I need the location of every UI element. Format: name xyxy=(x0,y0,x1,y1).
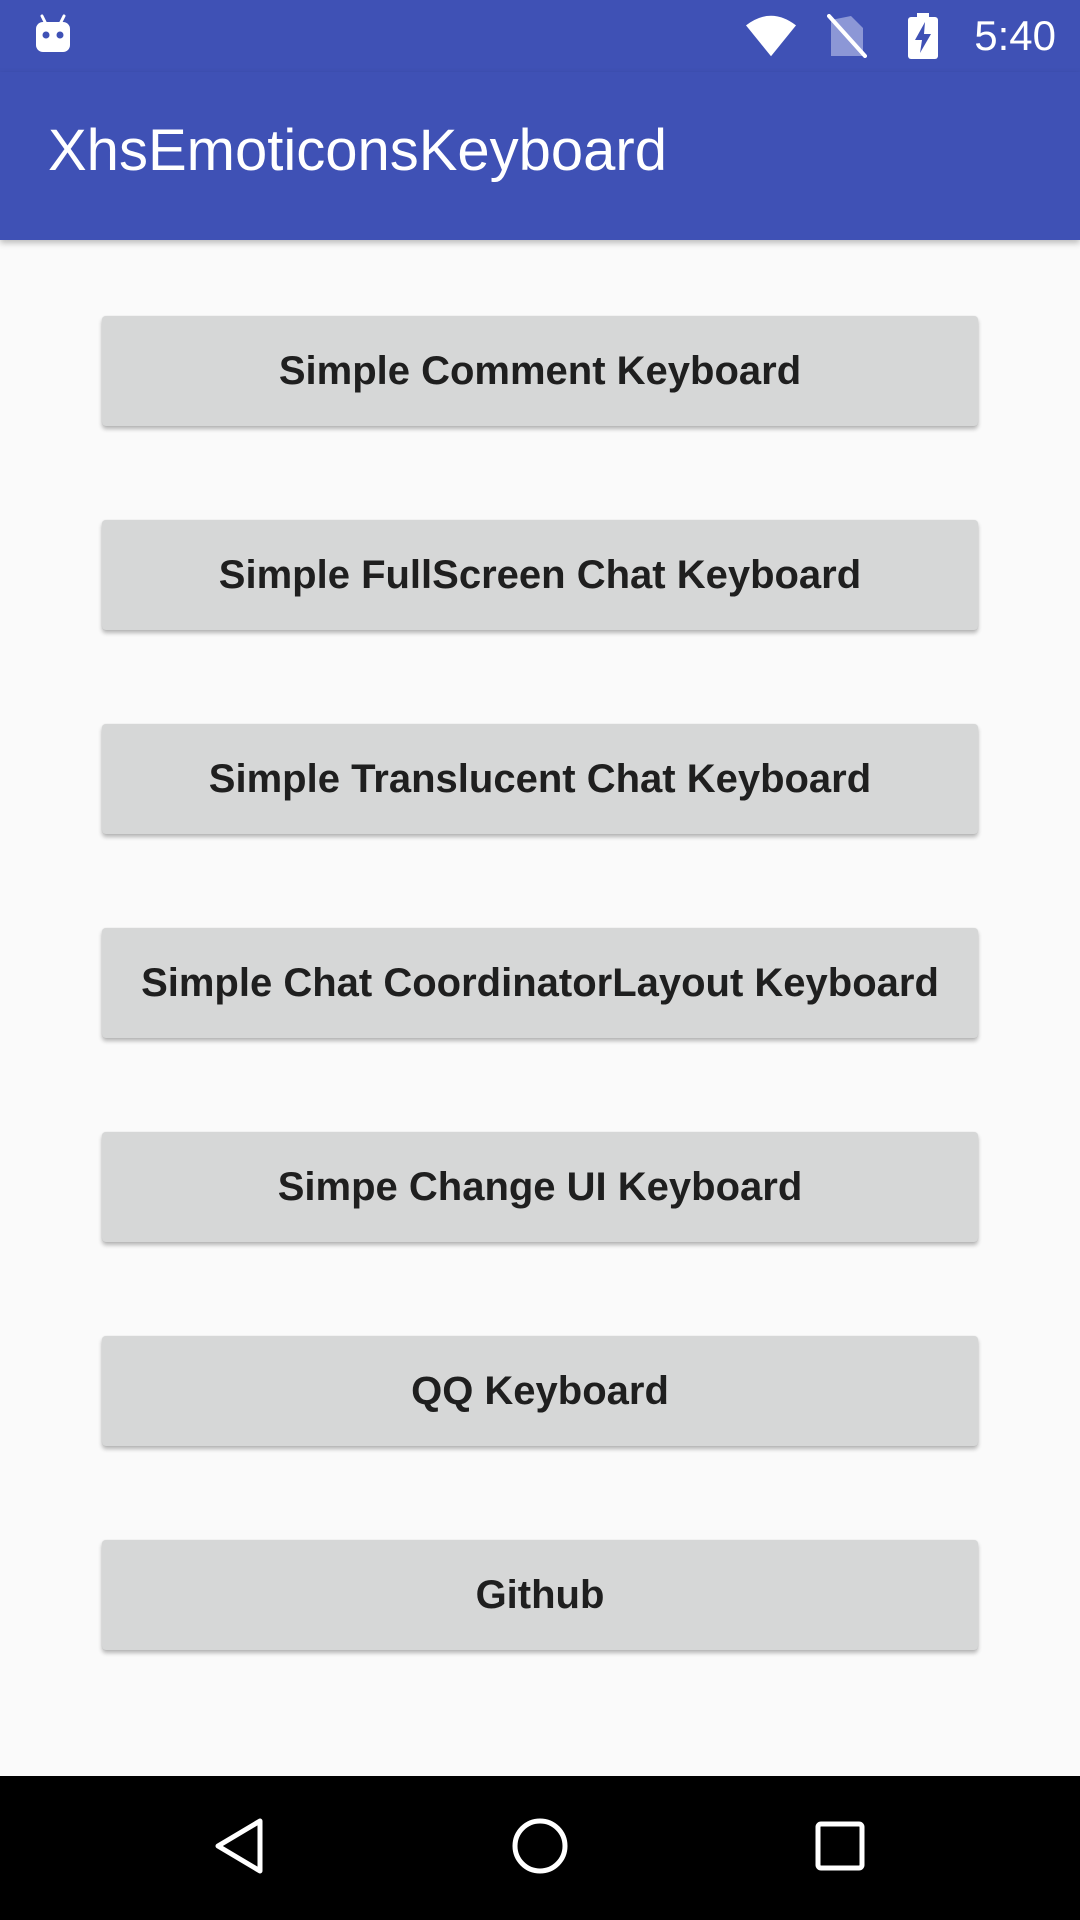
status-bar: 5:40 xyxy=(0,0,1080,72)
screen: 5:40 XhsEmoticonsKeyboard Simple Comment… xyxy=(0,0,1080,1920)
recents-icon xyxy=(814,1820,866,1877)
android-notification-icon xyxy=(34,14,72,54)
navigation-bar xyxy=(0,1776,1080,1920)
no-sim-icon xyxy=(822,11,872,61)
status-time: 5:40 xyxy=(974,12,1056,59)
simple-chat-coordinatorlayout-keyboard-button[interactable]: Simple Chat CoordinatorLayout Keyboard xyxy=(102,928,978,1038)
simple-comment-keyboard-button[interactable]: Simple Comment Keyboard xyxy=(102,316,978,426)
simple-fullscreen-chat-keyboard-button[interactable]: Simple FullScreen Chat Keyboard xyxy=(102,520,978,630)
app-title: XhsEmoticonsKeyboard xyxy=(48,118,667,183)
status-icons: 5:40 xyxy=(746,0,1056,72)
github-button[interactable]: Github xyxy=(102,1540,978,1650)
recents-button[interactable] xyxy=(790,1798,890,1898)
app-bar: XhsEmoticonsKeyboard xyxy=(0,72,1080,240)
simpe-change-ui-keyboard-button[interactable]: Simpe Change UI Keyboard xyxy=(102,1132,978,1242)
battery-charging-icon xyxy=(898,11,948,61)
simple-translucent-chat-keyboard-button[interactable]: Simple Translucent Chat Keyboard xyxy=(102,724,978,834)
button-list: Simple Comment Keyboard Simple FullScree… xyxy=(0,240,1080,1776)
back-button[interactable] xyxy=(190,1798,290,1898)
home-button[interactable] xyxy=(490,1798,590,1898)
wifi-icon xyxy=(746,11,797,61)
home-icon xyxy=(510,1816,570,1881)
qq-keyboard-button[interactable]: QQ Keyboard xyxy=(102,1336,978,1446)
back-icon xyxy=(212,1816,268,1881)
